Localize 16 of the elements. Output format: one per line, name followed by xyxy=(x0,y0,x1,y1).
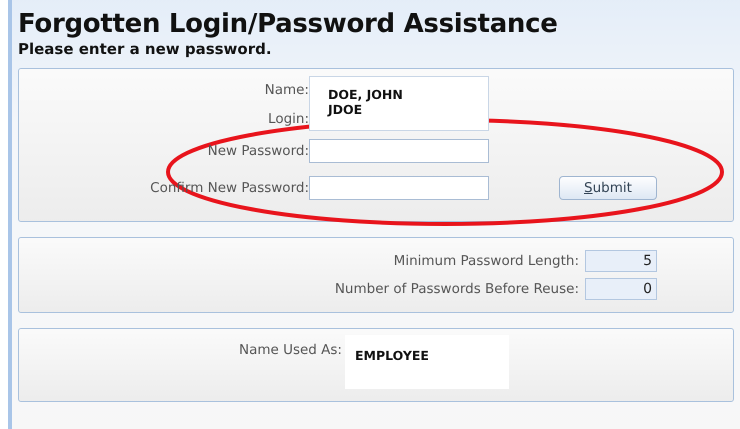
name-value: DOE, JOHN xyxy=(328,87,403,102)
submit-button[interactable]: Submit xyxy=(559,176,657,200)
field-label: Name: xyxy=(264,81,309,99)
name-usage-value: EMPLOYEE xyxy=(345,335,509,389)
password-field[interactable] xyxy=(309,139,489,163)
policy-label: Minimum Password Length: xyxy=(394,252,579,270)
policy-value: 0 xyxy=(585,278,657,300)
field-label: Login: xyxy=(268,110,309,128)
password-field[interactable] xyxy=(309,176,489,200)
page-subtitle: Please enter a new password. xyxy=(18,40,273,58)
policy-label: Number of Passwords Before Reuse: xyxy=(334,280,579,298)
field-label: New Password: xyxy=(208,142,309,160)
page-title: Forgotten Login/Password Assistance xyxy=(18,8,559,40)
field-label: Name Used As: xyxy=(238,341,342,360)
login-value: JDOE xyxy=(328,102,362,117)
policy-value: 5 xyxy=(585,250,657,272)
